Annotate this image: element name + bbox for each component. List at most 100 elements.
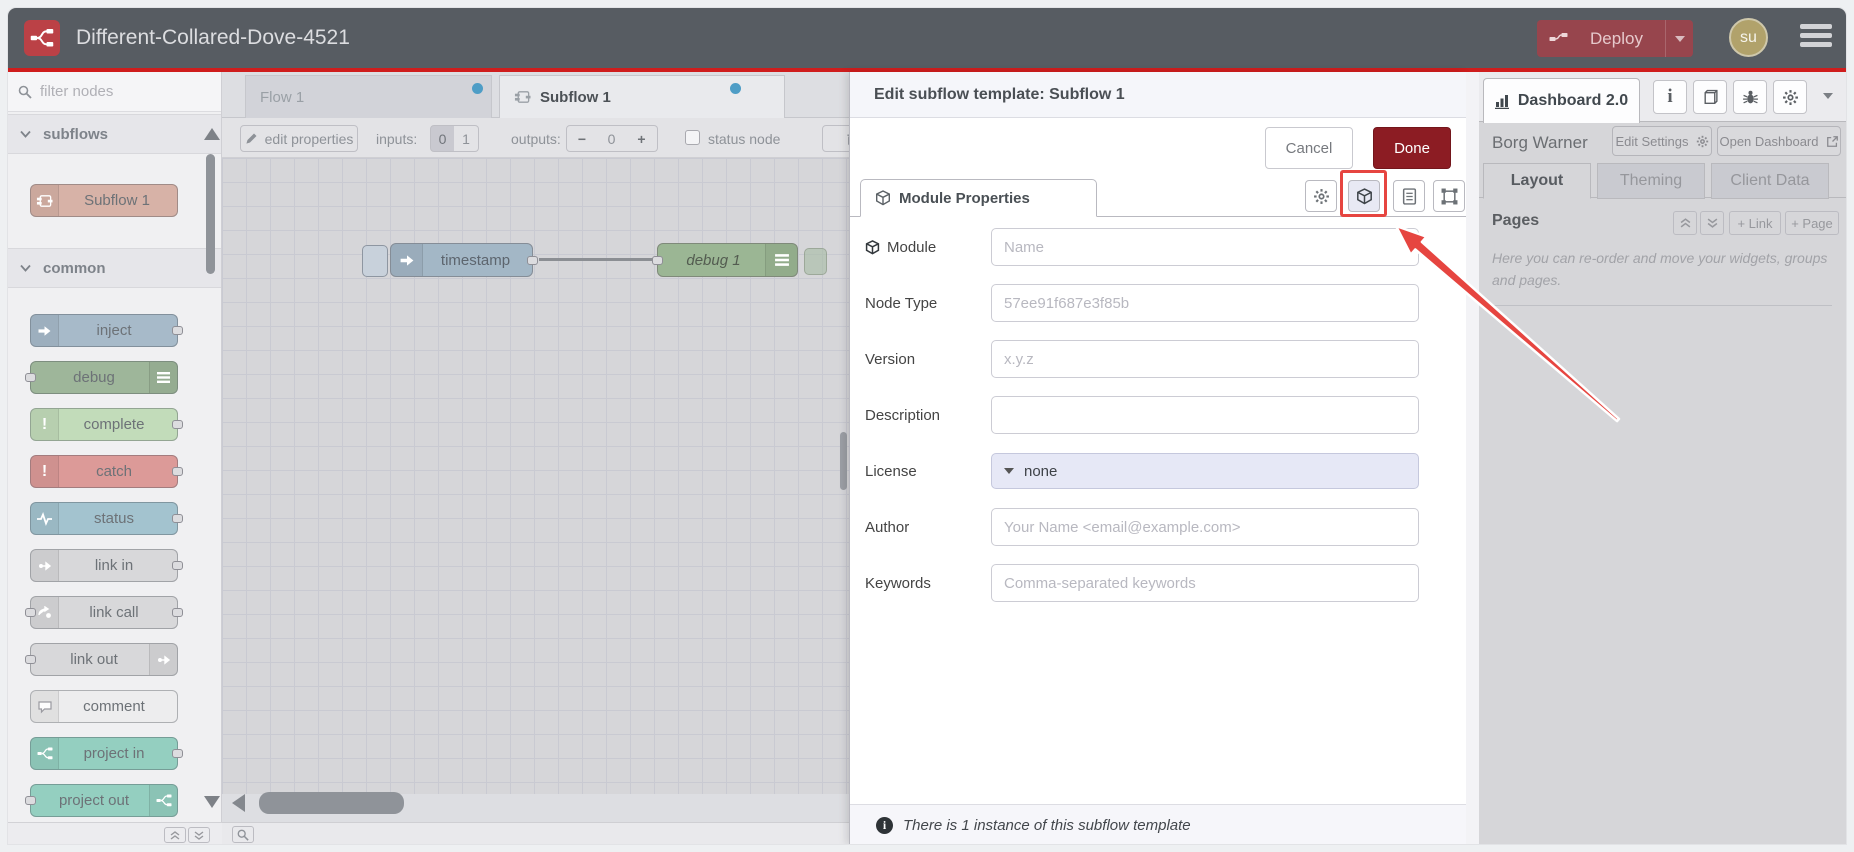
- inject-button[interactable]: [362, 245, 388, 277]
- output-port[interactable]: [172, 749, 183, 758]
- add-link-button[interactable]: + Link: [1729, 211, 1781, 235]
- hscroll-left-icon[interactable]: [232, 794, 245, 812]
- link-out-icon: [149, 644, 177, 675]
- palette-node-subflow-1[interactable]: Subflow 1: [30, 184, 178, 217]
- output-port[interactable]: [172, 608, 183, 617]
- node-debug-1[interactable]: debug 1: [652, 243, 798, 277]
- chevrons-up-icon: [1680, 218, 1690, 228]
- input-port[interactable]: [25, 608, 36, 617]
- node-type-field-label: Node Type: [865, 294, 938, 312]
- palette-scroll-up-icon[interactable]: [204, 128, 220, 140]
- exclamation-icon: !: [31, 456, 59, 487]
- palette-node-link-in[interactable]: link in: [30, 549, 183, 582]
- node-timestamp[interactable]: timestamp: [390, 243, 538, 277]
- palette-scroll-down-icon[interactable]: [204, 796, 220, 808]
- description-field[interactable]: [991, 396, 1419, 434]
- module-properties-tab[interactable]: Module Properties: [860, 179, 1097, 217]
- input-port[interactable]: [25, 655, 36, 664]
- deploy-button[interactable]: Deploy: [1537, 20, 1693, 57]
- move-down-button[interactable]: [1700, 211, 1724, 235]
- sidebar-options-caret[interactable]: [1823, 93, 1833, 99]
- palette-search[interactable]: [8, 72, 221, 112]
- input-port[interactable]: [25, 373, 36, 382]
- info-button[interactable]: i: [1653, 80, 1687, 114]
- palette-node-link-out[interactable]: link out: [25, 643, 178, 676]
- input-port[interactable]: [25, 796, 36, 805]
- inputs-1-button[interactable]: 1: [454, 125, 479, 152]
- zoom-search-button[interactable]: [232, 826, 254, 843]
- output-port[interactable]: [172, 467, 183, 476]
- palette-node-debug[interactable]: debug: [25, 361, 178, 394]
- output-port[interactable]: [172, 420, 183, 429]
- author-field[interactable]: [991, 508, 1419, 546]
- tab-layout[interactable]: Layout: [1483, 163, 1591, 199]
- main-menu-button[interactable]: [1800, 24, 1832, 52]
- gear-icon: [1313, 188, 1329, 204]
- palette-node-inject[interactable]: inject: [30, 314, 183, 347]
- user-avatar[interactable]: su: [1729, 18, 1768, 57]
- palette-node-status[interactable]: status: [30, 502, 183, 535]
- debug-button[interactable]: [1733, 80, 1767, 114]
- search-icon: [18, 85, 32, 99]
- palette-expand-all-button[interactable]: [188, 827, 210, 843]
- output-port[interactable]: [172, 561, 183, 570]
- pages-title: Pages: [1492, 212, 1540, 229]
- input-port[interactable]: [652, 256, 663, 265]
- vertical-scrollbar[interactable]: [840, 432, 847, 490]
- palette-filter-input[interactable]: [40, 83, 200, 100]
- module-field[interactable]: [991, 228, 1419, 266]
- done-button[interactable]: Done: [1373, 127, 1451, 169]
- palette-section-subflows[interactable]: subflows: [8, 114, 221, 154]
- palette-scrollbar[interactable]: [206, 154, 215, 274]
- edit-settings-button[interactable]: Edit Settings: [1612, 126, 1712, 156]
- move-up-button[interactable]: [1673, 211, 1697, 235]
- outputs-increment-button[interactable]: +: [626, 125, 658, 152]
- inputs-0-button[interactable]: 0: [430, 125, 455, 152]
- deploy-button-label: Deploy: [1590, 28, 1643, 48]
- keywords-field[interactable]: [991, 564, 1419, 602]
- description-field-label: Description: [865, 406, 941, 424]
- header-bar: Different-Collared-Dove-4521 Deploy su: [8, 8, 1846, 68]
- appearance-button[interactable]: [1433, 180, 1465, 212]
- sidebar-splitter[interactable]: [1466, 72, 1479, 844]
- tab-theming[interactable]: Theming: [1597, 163, 1705, 199]
- info-icon: i: [1667, 86, 1673, 107]
- palette-node-complete[interactable]: ! complete: [30, 408, 183, 441]
- palette-collapse-all-button[interactable]: [164, 827, 186, 843]
- version-field[interactable]: [991, 340, 1419, 378]
- description-button[interactable]: [1393, 180, 1425, 212]
- workspace-tab-subflow-1[interactable]: Subflow 1: [499, 75, 785, 118]
- status-node-checkbox[interactable]: [685, 130, 700, 145]
- horizontal-scrollbar[interactable]: [259, 792, 404, 814]
- settings-button[interactable]: [1773, 80, 1807, 114]
- edit-properties-button[interactable]: edit properties: [240, 125, 358, 152]
- debug-lines-icon: [149, 362, 177, 393]
- palette-node-project-in[interactable]: project in: [30, 737, 183, 770]
- license-select[interactable]: none: [991, 453, 1419, 489]
- sidebar-tab-dashboard[interactable]: Dashboard 2.0: [1483, 78, 1640, 123]
- palette-node-catch[interactable]: ! catch: [30, 455, 183, 488]
- document-icon: [1402, 187, 1416, 205]
- palette-node-link-call[interactable]: link call: [25, 596, 183, 629]
- page-title: Different-Collared-Dove-4521: [76, 26, 350, 49]
- palette-node-comment[interactable]: comment: [30, 690, 178, 723]
- palette-section-common[interactable]: common: [8, 248, 221, 288]
- open-dashboard-button[interactable]: Open Dashboard: [1717, 126, 1841, 156]
- help-button[interactable]: [1693, 80, 1727, 114]
- output-port[interactable]: [172, 326, 183, 335]
- debug-toggle-button[interactable]: [804, 248, 827, 275]
- cancel-button[interactable]: Cancel: [1265, 127, 1353, 169]
- deploy-options-button[interactable]: [1665, 20, 1693, 57]
- keywords-field-label: Keywords: [865, 574, 931, 592]
- output-port[interactable]: [527, 256, 538, 265]
- delete-subflow-button[interactable]: [822, 125, 849, 152]
- subflow-settings-button[interactable]: [1305, 180, 1337, 212]
- add-page-button[interactable]: + Page: [1785, 211, 1839, 235]
- node-type-field[interactable]: [991, 284, 1419, 322]
- tab-client-data[interactable]: Client Data: [1711, 163, 1829, 199]
- outputs-decrement-button[interactable]: −: [566, 125, 598, 152]
- output-port[interactable]: [172, 514, 183, 523]
- palette-node-project-out[interactable]: project out: [25, 784, 178, 817]
- workspace-tab-flow-1[interactable]: Flow 1: [245, 75, 492, 118]
- flow-canvas[interactable]: timestamp debug 1: [222, 158, 849, 814]
